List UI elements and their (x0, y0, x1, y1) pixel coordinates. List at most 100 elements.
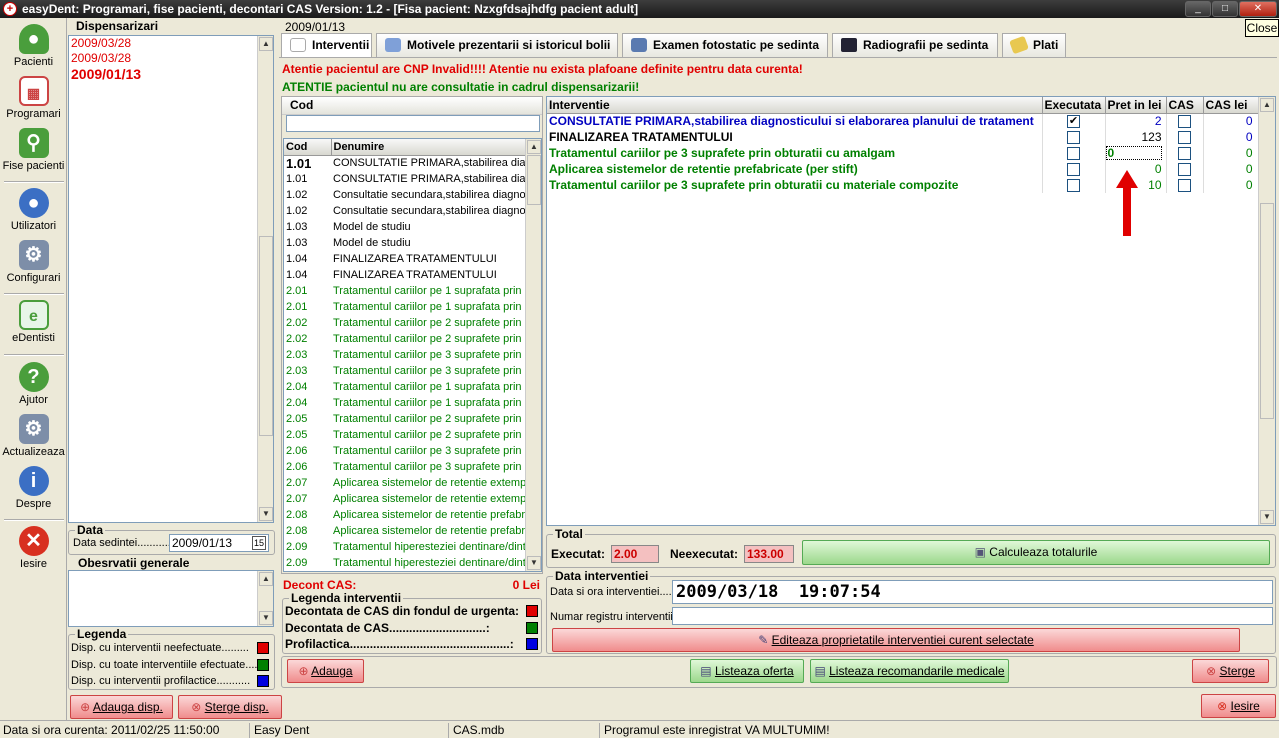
calendar-picker-icon[interactable]: 15 (252, 536, 266, 550)
intervention-row[interactable]: FINALIZAREA TRATAMENTULUI 123 0 (547, 129, 1260, 145)
checkbox[interactable] (1067, 179, 1080, 193)
dispensarizare-item-selected[interactable]: 2009/01/13 (69, 66, 273, 83)
maximize-button[interactable]: □ (1212, 1, 1238, 17)
users-button[interactable]: ● Utilizatori (0, 186, 67, 236)
tab-interventii[interactable]: Interventii (281, 33, 372, 58)
code-list-row[interactable]: 1.01 CONSULTATIE PRIMARA,stabilirea diag (284, 171, 527, 187)
code-list-row[interactable]: 2.02 Tratamentul cariilor pe 2 suprafete … (284, 331, 527, 347)
checkbox[interactable] (1178, 163, 1191, 177)
datetime-field[interactable]: 2009/03/18 19:07:54 (672, 580, 1273, 604)
checkbox[interactable] (1067, 131, 1080, 145)
price-cell[interactable]: 0 (1105, 145, 1167, 161)
checkbox[interactable] (1178, 131, 1191, 145)
dispensarizari-list[interactable]: 2009/03/28 2009/03/28 2009/01/13 ▲ ▼ (68, 35, 274, 523)
col-interventie[interactable]: Interventie (547, 97, 1043, 114)
code-list-row[interactable]: 1.02 Consultatie secundara,stabilirea dia… (284, 203, 527, 219)
scroll-down-icon[interactable]: ▼ (259, 507, 273, 521)
scroll-up-icon[interactable]: ▲ (259, 37, 273, 51)
code-list-row[interactable]: 2.04 Tratamentul cariilor pe 1 suprafata … (284, 379, 527, 395)
code-list-row[interactable]: 2.05 Tratamentul cariilor pe 2 suprafete … (284, 411, 527, 427)
add-intervention-button[interactable]: ⊕ Adauga (287, 659, 364, 683)
code-list-row[interactable]: 1.01 CONSULTATIE PRIMARA,stabilirea diagr (284, 155, 527, 171)
code-list-row[interactable]: 1.04 FINALIZAREA TRATAMENTULUI (284, 267, 527, 283)
tab-motivele[interactable]: Motivele prezentarii si istoricul bolii (376, 33, 618, 57)
intervention-row[interactable]: Aplicarea sistemelor de retentie prefabr… (547, 161, 1260, 177)
edentisti-button[interactable]: e eDentisti (0, 298, 67, 348)
col-cas[interactable]: CAS (1166, 97, 1204, 114)
code-list-row[interactable]: 2.06 Tratamentul cariilor pe 3 suprafete … (284, 443, 527, 459)
settings-button[interactable]: ⚙ Configurari (0, 238, 67, 288)
code-list-row[interactable]: 2.09 Tratamentul hiperesteziei dentinare/… (284, 555, 527, 571)
close-button[interactable]: ✕ (1239, 1, 1277, 17)
code-list-row[interactable]: 2.05 Tratamentul cariilor pe 2 suprafete … (284, 427, 527, 443)
tab-plati[interactable]: Plati (1002, 33, 1066, 57)
code-list-row[interactable]: 2.04 Tratamentul cariilor pe 1 suprafata … (284, 395, 527, 411)
code-list-row[interactable]: 2.01 Tratamentul cariilor pe 1 suprafata … (284, 283, 527, 299)
add-disp-button[interactable]: ⊕ Adauga disp. (70, 695, 173, 719)
checkbox[interactable] (1067, 147, 1080, 161)
exit-sidebar-button[interactable]: ✕ Iesire (0, 524, 67, 574)
dispensarizari-scrollbar[interactable]: ▲ ▼ (257, 36, 273, 522)
scroll-down-icon[interactable]: ▼ (259, 611, 273, 625)
code-list-row[interactable]: 1.02 Consultatie secundara,stabilirea dia… (284, 187, 527, 203)
session-date-field[interactable]: 2009/01/13 15 (169, 534, 269, 552)
code-list-row[interactable]: 2.03 Tratamentul cariilor pe 3 suprafete … (284, 347, 527, 363)
code-list-row[interactable]: 2.08 Aplicarea sistemelor de retentie pre… (284, 507, 527, 523)
checkbox[interactable] (1067, 163, 1080, 177)
scroll-down-icon[interactable]: ▼ (527, 556, 541, 570)
delete-intervention-button[interactable]: ⊗ Sterge (1192, 659, 1269, 683)
scroll-up-icon[interactable]: ▲ (1260, 98, 1274, 112)
scroll-thumb[interactable] (259, 236, 273, 436)
update-button[interactable]: ⚙ Actualizeaza (0, 412, 67, 462)
col-executata[interactable]: Executata (1042, 97, 1106, 114)
price-cell[interactable]: 2 (1105, 113, 1167, 129)
appointments-button[interactable]: ▦ Programari (0, 74, 67, 124)
patient-files-button[interactable]: ⚲ Fise pacienti (0, 126, 67, 176)
code-list-row[interactable]: 2.07 Aplicarea sistemelor de retentie ext… (284, 475, 527, 491)
code-list-row[interactable]: 2.08 Aplicarea sistemelor de retentie pre… (284, 523, 527, 539)
about-button[interactable]: i Despre (0, 464, 67, 514)
code-list-row[interactable]: 2.01 Tratamentul cariilor pe 1 suprafata … (284, 299, 527, 315)
col-pret[interactable]: Pret in lei (1105, 97, 1167, 114)
tab-radiografii[interactable]: Radiografii pe sedinta (832, 33, 998, 57)
calculate-totals-button[interactable]: ▣ Calculeaza totalurile (802, 540, 1270, 565)
intervention-row[interactable]: Tratamentul cariilor pe 3 suprafete prin… (547, 177, 1260, 193)
code-list-row[interactable]: 1.04 FINALIZAREA TRATAMENTULUI (284, 251, 527, 267)
grid-scrollbar[interactable]: ▲ ▼ (1258, 97, 1275, 525)
observatii-scrollbar[interactable]: ▲ ▼ (257, 571, 273, 626)
code-list-row[interactable]: 2.03 Tratamentul cariilor pe 3 suprafete … (284, 363, 527, 379)
code-list-row[interactable]: 1.03 Model de studiu (284, 235, 527, 251)
price-cell[interactable]: 123 (1105, 129, 1167, 145)
intervention-row[interactable]: CONSULTATIE PRIMARA,stabilirea diagnosti… (547, 113, 1260, 129)
code-list-row[interactable]: 2.09 Tratamentul hiperesteziei dentinare/… (284, 539, 527, 555)
code-list-row[interactable]: 2.06 Tratamentul cariilor pe 3 suprafete … (284, 459, 527, 475)
scroll-thumb[interactable] (1260, 203, 1274, 419)
registry-field[interactable] (672, 607, 1273, 625)
scroll-down-icon[interactable]: ▼ (1260, 510, 1274, 524)
scroll-thumb[interactable] (527, 155, 541, 205)
edit-intervention-button[interactable]: ✎ Editeaza proprietatile interventiei cu… (552, 628, 1240, 652)
code-list-scrollbar[interactable]: ▲ ▼ (525, 139, 541, 571)
col-denumire[interactable]: Denumire (331, 139, 528, 156)
help-button[interactable]: ? Ajutor (0, 360, 67, 410)
dispensarizare-item[interactable]: 2009/03/28 (69, 51, 273, 66)
observatii-textarea[interactable]: ▲ ▼ (68, 570, 274, 627)
code-list-row[interactable]: 1.03 Model de studiu (284, 219, 527, 235)
tab-examen[interactable]: Examen fotostatic pe sedinta (622, 33, 828, 57)
list-recommendations-button[interactable]: ▤ Listeaza recomandarile medicale (810, 659, 1009, 683)
code-list-row[interactable]: 2.02 Tratamentul cariilor pe 2 suprafete … (284, 315, 527, 331)
scroll-up-icon[interactable]: ▲ (527, 140, 541, 154)
code-search-input[interactable] (286, 115, 540, 132)
price-edit-input[interactable]: 0 (1105, 146, 1162, 160)
scroll-up-icon[interactable]: ▲ (259, 572, 273, 586)
list-offer-button[interactable]: ▤ Listeaza oferta (690, 659, 804, 683)
interventions-grid[interactable]: Interventie Executata Pret in lei CAS CA… (546, 96, 1276, 526)
minimize-button[interactable]: _ (1185, 1, 1211, 17)
code-list-row[interactable]: 2.07 Aplicarea sistemelor de retentie ext… (284, 491, 527, 507)
checkbox[interactable] (1178, 147, 1191, 161)
col-cas-lei[interactable]: CAS lei (1203, 97, 1260, 114)
intervention-row[interactable]: Tratamentul cariilor pe 3 suprafete prin… (547, 145, 1260, 161)
code-list[interactable]: Cod Denumire 1.01 CONSULTATIE PRIMARA,sta… (283, 138, 542, 572)
checkbox[interactable] (1178, 115, 1191, 129)
col-cod[interactable]: Cod (284, 139, 332, 156)
